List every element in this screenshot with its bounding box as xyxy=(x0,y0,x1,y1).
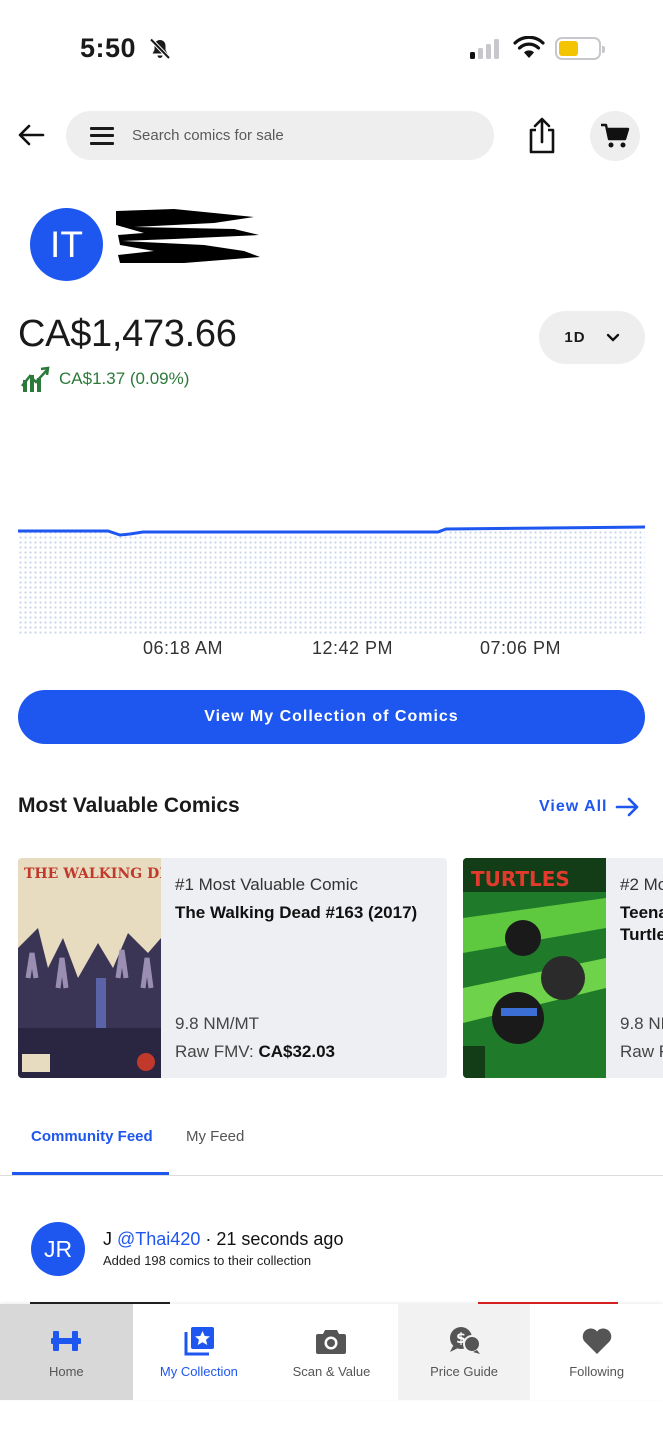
nav-label: Price Guide xyxy=(430,1364,499,1379)
comic-rank: #2 Most Valuable Comic xyxy=(620,875,663,894)
x-tick-label: 06:18 AM xyxy=(143,638,224,658)
comic-fmv: Raw FMV: CA$32.03 xyxy=(175,1042,335,1062)
tab-community-feed[interactable]: Community Feed xyxy=(31,1128,153,1145)
fmv-value: CA$32.03 xyxy=(258,1042,336,1061)
share-icon xyxy=(529,117,555,154)
value-change-row: CA$1.37 (0.09%) xyxy=(20,364,189,394)
feed-user-avatar[interactable]: JR xyxy=(31,1222,85,1276)
nav-label: Home xyxy=(48,1364,84,1379)
arrow-left-icon xyxy=(18,124,45,146)
x-tick-label: 12:42 PM xyxy=(312,638,394,658)
portfolio-chart[interactable] xyxy=(18,515,645,640)
tab-my-feed[interactable]: My Feed xyxy=(186,1128,244,1145)
x-tick-label: 07:06 PM xyxy=(480,638,562,658)
price-guide-icon: $ xyxy=(450,1327,482,1354)
nav-following[interactable]: Following xyxy=(530,1304,663,1400)
comic-cover-image: THE WALKING DEAD xyxy=(18,858,161,1078)
cart-icon xyxy=(601,123,630,148)
view-all-label: View All xyxy=(539,798,608,815)
comic-card[interactable]: THE WALKING DEAD #1 Most Valuable Comic … xyxy=(18,858,447,1078)
comics-carousel[interactable]: THE WALKING DEAD #1 Most Valuable Comic … xyxy=(18,858,663,1078)
fmv-label: Raw FMV: xyxy=(620,1042,663,1061)
home-logo-icon xyxy=(51,1331,82,1351)
back-button[interactable] xyxy=(14,118,48,152)
nav-label: My Collection xyxy=(159,1364,238,1379)
collection-star-icon xyxy=(184,1327,214,1356)
fmv-label: Raw FMV: xyxy=(175,1042,254,1061)
time-range-label: 1D xyxy=(564,329,586,346)
value-change-text: CA$1.37 (0.09%) xyxy=(59,369,190,388)
battery-icon xyxy=(555,37,605,60)
comic-card[interactable]: TURTLES #2 Most Valuable Comic Teenage M… xyxy=(463,858,663,1078)
nav-my-collection[interactable]: My Collection xyxy=(133,1304,266,1400)
cover-title: TURTLES xyxy=(471,867,570,891)
active-tab-indicator xyxy=(12,1172,169,1175)
nav-label: Scan & Value xyxy=(292,1364,371,1379)
feed-item-header: J @Thai420 · 21 seconds ago xyxy=(103,1229,343,1250)
comic-fmv: Raw FMV: xyxy=(620,1042,663,1062)
feed-username-link[interactable]: @Thai420 xyxy=(117,1229,200,1249)
bottom-nav: Home My Collection Scan & Value $ Price … xyxy=(0,1304,663,1400)
share-button[interactable] xyxy=(524,116,560,156)
search-input[interactable] xyxy=(132,127,452,144)
wifi-icon xyxy=(513,36,545,58)
feed-tabs: Community Feed My Feed xyxy=(0,1110,663,1176)
cover-title: THE WALKING DEAD xyxy=(24,866,161,882)
section-title: Most Valuable Comics xyxy=(18,794,240,817)
cell-signal-icon xyxy=(470,38,499,59)
comic-cover-image: TURTLES xyxy=(463,858,606,1078)
profile-avatar[interactable]: IT xyxy=(30,208,103,281)
nav-label: Following xyxy=(569,1364,625,1379)
arrow-right-icon xyxy=(616,797,639,817)
chart-area xyxy=(18,527,645,635)
nav-scan-value[interactable]: Scan & Value xyxy=(265,1304,398,1400)
nav-home[interactable]: Home xyxy=(0,1304,133,1400)
comic-title: The Walking Dead #163 (2017) xyxy=(175,903,418,922)
comic-title: Teenage Mutant Ninja Turtles #1 (2024) xyxy=(620,903,663,944)
view-collection-button[interactable]: View My Collection of Comics xyxy=(18,690,645,744)
portfolio-value: CA$1,473.66 xyxy=(18,313,237,355)
time-range-dropdown[interactable]: 1D xyxy=(539,311,645,364)
status-time: 5:50 xyxy=(80,33,137,63)
trend-up-icon xyxy=(21,366,50,392)
bell-muted-icon xyxy=(149,38,171,60)
search-bar[interactable] xyxy=(66,111,494,160)
heart-icon xyxy=(582,1328,611,1354)
chevron-down-icon xyxy=(606,333,619,342)
nav-price-guide[interactable]: $ Price Guide xyxy=(397,1304,531,1400)
camera-icon xyxy=(316,1330,347,1354)
comic-rank: #1 Most Valuable Comic xyxy=(175,875,358,894)
feed-activity-text: Added 198 comics to their collection xyxy=(103,1253,312,1268)
comic-grade: 9.8 NM/MT xyxy=(175,1014,260,1033)
status-bar: 5:50 xyxy=(0,0,663,100)
feed-timestamp: · 21 seconds ago xyxy=(205,1229,344,1249)
redacted-username xyxy=(116,209,260,263)
cart-button[interactable] xyxy=(590,111,640,161)
feed-user-name: J xyxy=(103,1229,112,1249)
comic-grade: 9.8 NM/MT xyxy=(620,1014,663,1033)
view-all-link[interactable]: View All xyxy=(539,795,641,819)
menu-icon[interactable] xyxy=(90,126,114,145)
